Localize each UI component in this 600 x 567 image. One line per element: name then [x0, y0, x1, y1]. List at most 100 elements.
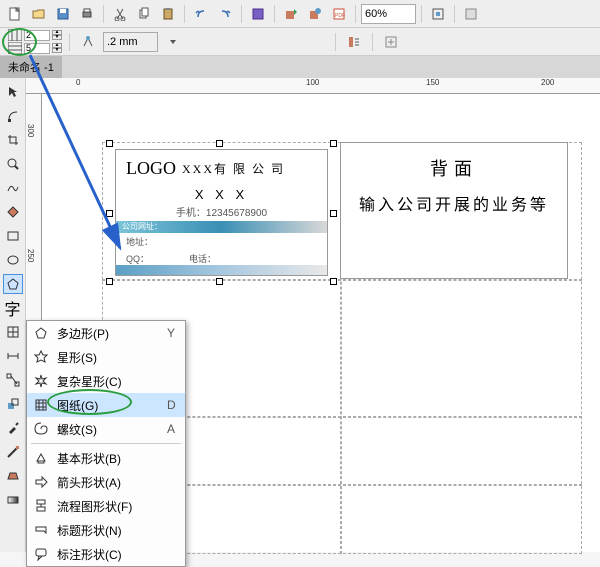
menu-item-flowchart-shapes[interactable]: 流程图形状(F) — [27, 494, 185, 518]
new-button[interactable] — [4, 3, 26, 25]
business-card-back[interactable]: 背面 输入公司开展的业务等 — [340, 142, 568, 279]
person-name: X X X — [116, 187, 327, 202]
company-name: XXX有 限 公 司 — [182, 160, 285, 177]
outline-width-select[interactable]: .2 mm — [103, 32, 158, 52]
outline-pen-icon — [77, 31, 99, 53]
outline-tool[interactable] — [3, 442, 23, 462]
menu-item-spiral[interactable]: 螺纹(S) A — [27, 417, 185, 441]
bottom-gradient — [116, 265, 327, 275]
back-body: 输入公司开展的业务等 — [341, 193, 567, 219]
effects-tool[interactable] — [3, 394, 23, 414]
selection-handle[interactable] — [330, 140, 337, 147]
paste-button[interactable] — [157, 3, 179, 25]
banner-icon — [33, 522, 49, 538]
more-button[interactable] — [380, 31, 402, 53]
separator — [184, 5, 185, 23]
pdf-button[interactable]: PDF — [328, 3, 350, 25]
options-button[interactable] — [460, 3, 482, 25]
document-tabs: 未命名 -1 — [0, 56, 600, 78]
copy-button[interactable] — [133, 3, 155, 25]
polygon-tool[interactable] — [3, 274, 23, 294]
logo-text: LOGO — [126, 158, 176, 179]
selection-handle[interactable] — [106, 210, 113, 217]
separator — [454, 5, 455, 23]
menu-separator — [31, 443, 181, 444]
crop-tool[interactable] — [3, 130, 23, 150]
document-tab[interactable]: 未命名 -1 — [0, 56, 62, 78]
interactive-fill-tool[interactable] — [3, 490, 23, 510]
business-card-front[interactable]: LOGO XXX有 限 公 司 X X X 手机：12345678900 公司网… — [115, 149, 328, 276]
redo-button[interactable] — [214, 3, 236, 25]
outline-dropdown[interactable] — [162, 31, 184, 53]
separator — [372, 33, 373, 51]
info-row-1: 地址： — [116, 233, 327, 250]
menu-item-polygon[interactable]: 多边形(P) Y — [27, 321, 185, 345]
separator — [335, 33, 336, 51]
text-tool[interactable]: 字 — [3, 298, 23, 318]
menu-item-basic-shapes[interactable]: 基本形状(B) — [27, 446, 185, 470]
zoom-tool[interactable] — [3, 154, 23, 174]
grid-line — [102, 279, 582, 281]
eyedropper-tool[interactable] — [3, 418, 23, 438]
pick-tool[interactable] — [3, 82, 23, 102]
menu-item-banner-shapes[interactable]: 标题形状(N) — [27, 518, 185, 542]
selection-handle[interactable] — [216, 278, 223, 285]
undo-button[interactable] — [190, 3, 212, 25]
zoom-input[interactable] — [361, 4, 416, 24]
fill-tool[interactable] — [3, 466, 23, 486]
selection-handle[interactable] — [106, 140, 113, 147]
cut-button[interactable] — [109, 3, 131, 25]
rectangle-tool[interactable] — [3, 226, 23, 246]
menu-item-complex-star[interactable]: 复杂星形(C) — [27, 369, 185, 393]
table-tool[interactable] — [3, 322, 23, 342]
basic-shape-icon — [33, 450, 49, 466]
polygon-flyout-menu: 多边形(P) Y 星形(S) 复杂星形(C) 图纸(G) D 螺纹(S) A 基… — [26, 320, 186, 567]
toolbox: 字 — [0, 78, 26, 552]
separator — [355, 5, 356, 23]
export-button[interactable] — [280, 3, 302, 25]
property-bar: ▲▼ ▲▼ .2 mm — [0, 28, 600, 56]
connector-tool[interactable] — [3, 370, 23, 390]
ellipse-tool[interactable] — [3, 250, 23, 270]
selection-handle[interactable] — [106, 278, 113, 285]
menu-item-arrow-shapes[interactable]: 箭头形状(A) — [27, 470, 185, 494]
menu-item-callout-shapes[interactable]: 标注形状(C) — [27, 542, 185, 566]
separator — [421, 5, 422, 23]
smart-fill-tool[interactable] — [3, 202, 23, 222]
main-toolbar: PDF — [0, 0, 600, 28]
flowchart-icon — [33, 498, 49, 514]
selection-handle[interactable] — [330, 210, 337, 217]
menu-item-star[interactable]: 星形(S) — [27, 345, 185, 369]
columns-spinner[interactable]: ▲▼ — [52, 30, 62, 41]
save-button[interactable] — [52, 3, 74, 25]
arrow-shape-icon — [33, 474, 49, 490]
dimension-tool[interactable] — [3, 346, 23, 366]
graph-paper-icon — [33, 397, 49, 413]
separator — [69, 33, 70, 51]
columns-input[interactable] — [24, 30, 50, 41]
complex-star-icon — [33, 373, 49, 389]
snap-button[interactable] — [427, 3, 449, 25]
ruler-horizontal: 0 100 150 200 — [26, 78, 600, 94]
rows-spinner[interactable]: ▲▼ — [52, 43, 62, 54]
outline-width-value: .2 mm — [107, 36, 138, 48]
menu-item-graph-paper[interactable]: 图纸(G) D — [27, 393, 185, 417]
publish-button[interactable] — [304, 3, 326, 25]
columns-icon — [8, 29, 22, 41]
wrap-text-button[interactable] — [343, 31, 365, 53]
callout-icon — [33, 546, 49, 562]
shape-tool[interactable] — [3, 106, 23, 126]
print-button[interactable] — [76, 3, 98, 25]
selection-handle[interactable] — [330, 278, 337, 285]
back-title: 背面 — [341, 143, 567, 193]
selection-handle[interactable] — [216, 140, 223, 147]
freehand-tool[interactable] — [3, 178, 23, 198]
separator — [274, 5, 275, 23]
phone-row: 手机：12345678900 — [116, 202, 327, 221]
grid-dimensions: ▲▼ ▲▼ — [8, 29, 62, 54]
rows-input[interactable] — [24, 43, 50, 54]
open-button[interactable] — [28, 3, 50, 25]
separator — [241, 5, 242, 23]
spiral-icon — [33, 421, 49, 437]
import-button[interactable] — [247, 3, 269, 25]
